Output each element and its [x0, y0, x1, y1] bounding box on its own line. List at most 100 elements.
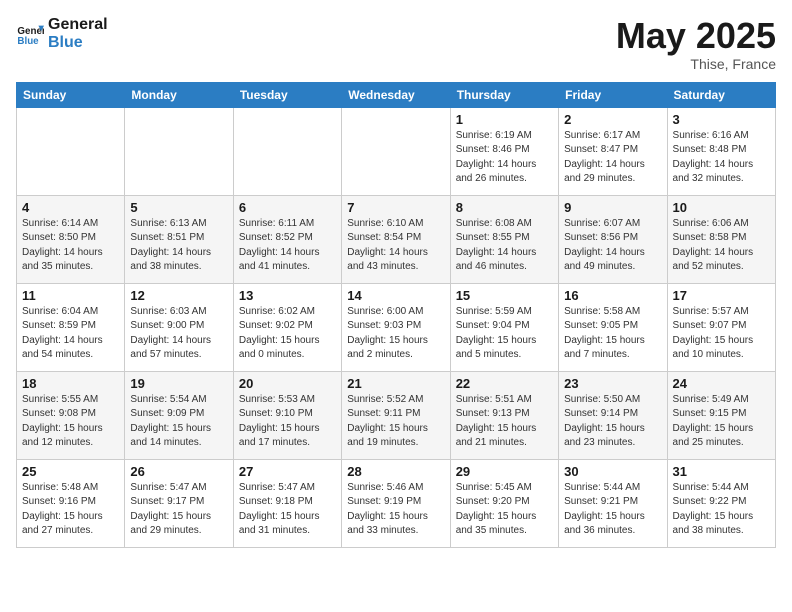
day-info: Sunrise: 5:51 AM Sunset: 9:13 PM Dayligh…	[456, 393, 553, 451]
day-number: 22	[456, 376, 553, 391]
day-number: 30	[564, 464, 661, 479]
day-info: Sunrise: 6:11 AM Sunset: 8:52 PM Dayligh…	[239, 217, 336, 275]
day-info: Sunrise: 5:44 AM Sunset: 9:22 PM Dayligh…	[673, 481, 770, 539]
day-info: Sunrise: 5:50 AM Sunset: 9:14 PM Dayligh…	[564, 393, 661, 451]
day-cell: 16Sunrise: 5:58 AM Sunset: 9:05 PM Dayli…	[559, 283, 667, 371]
day-number: 4	[22, 200, 119, 215]
day-number: 7	[347, 200, 444, 215]
col-header-wednesday: Wednesday	[342, 82, 450, 107]
day-number: 12	[130, 288, 227, 303]
location: Thise, France	[616, 56, 776, 72]
day-info: Sunrise: 5:57 AM Sunset: 9:07 PM Dayligh…	[673, 305, 770, 363]
day-info: Sunrise: 6:10 AM Sunset: 8:54 PM Dayligh…	[347, 217, 444, 275]
day-number: 13	[239, 288, 336, 303]
day-number: 29	[456, 464, 553, 479]
day-number: 15	[456, 288, 553, 303]
day-number: 25	[22, 464, 119, 479]
day-cell: 24Sunrise: 5:49 AM Sunset: 9:15 PM Dayli…	[667, 371, 775, 459]
day-info: Sunrise: 6:00 AM Sunset: 9:03 PM Dayligh…	[347, 305, 444, 363]
day-cell: 23 Sunrise: 5:50 AM Sunset: 9:14 PM Dayli…	[559, 371, 667, 459]
col-header-tuesday: Tuesday	[233, 82, 341, 107]
day-cell: 31Sunrise: 5:44 AM Sunset: 9:22 PM Dayli…	[667, 459, 775, 547]
day-info: Sunrise: 6:17 AM Sunset: 8:47 PM Dayligh…	[564, 129, 661, 187]
day-cell: 26Sunrise: 5:47 AM Sunset: 9:17 PM Dayli…	[125, 459, 233, 547]
day-cell: 6 Sunrise: 6:11 AM Sunset: 8:52 PM Daylig…	[233, 195, 341, 283]
day-cell: 13 Sunrise: 6:02 AM Sunset: 9:02 PM Dayli…	[233, 283, 341, 371]
day-info: Sunrise: 6:14 AM Sunset: 8:50 PM Dayligh…	[22, 217, 119, 275]
day-number: 17	[673, 288, 770, 303]
day-info: Sunrise: 5:59 AM Sunset: 9:04 PM Dayligh…	[456, 305, 553, 363]
day-info: Sunrise: 5:46 AM Sunset: 9:19 PM Dayligh…	[347, 481, 444, 539]
day-number: 14	[347, 288, 444, 303]
logo: General Blue General Blue	[16, 16, 108, 51]
day-cell: 29 Sunrise: 5:45 AM Sunset: 9:20 PM Dayli…	[450, 459, 558, 547]
day-info: Sunrise: 6:02 AM Sunset: 9:02 PM Dayligh…	[239, 305, 336, 363]
col-header-friday: Friday	[559, 82, 667, 107]
col-header-monday: Monday	[125, 82, 233, 107]
day-cell: 2Sunrise: 6:17 AM Sunset: 8:47 PM Daylig…	[559, 107, 667, 195]
day-cell: 12 Sunrise: 6:03 AM Sunset: 9:00 PM Dayli…	[125, 283, 233, 371]
day-info: Sunrise: 5:53 AM Sunset: 9:10 PM Dayligh…	[239, 393, 336, 451]
day-cell: 1 Sunrise: 6:19 AM Sunset: 8:46 PM Daylig…	[450, 107, 558, 195]
week-row-1: 1 Sunrise: 6:19 AM Sunset: 8:46 PM Daylig…	[17, 107, 776, 195]
day-cell: 10 Sunrise: 6:06 AM Sunset: 8:58 PM Dayli…	[667, 195, 775, 283]
day-cell	[125, 107, 233, 195]
col-header-sunday: Sunday	[17, 82, 125, 107]
day-cell: 8Sunrise: 6:08 AM Sunset: 8:55 PM Daylig…	[450, 195, 558, 283]
page-header: General Blue General Blue May 2025 Thise…	[16, 16, 776, 72]
day-number: 27	[239, 464, 336, 479]
day-cell: 9Sunrise: 6:07 AM Sunset: 8:56 PM Daylig…	[559, 195, 667, 283]
day-cell: 5 Sunrise: 6:13 AM Sunset: 8:51 PM Daylig…	[125, 195, 233, 283]
day-number: 28	[347, 464, 444, 479]
week-row-4: 18Sunrise: 5:55 AM Sunset: 9:08 PM Dayli…	[17, 371, 776, 459]
day-number: 26	[130, 464, 227, 479]
day-cell: 25 Sunrise: 5:48 AM Sunset: 9:16 PM Dayli…	[17, 459, 125, 547]
day-number: 21	[347, 376, 444, 391]
day-number: 16	[564, 288, 661, 303]
week-row-5: 25 Sunrise: 5:48 AM Sunset: 9:16 PM Dayli…	[17, 459, 776, 547]
day-cell	[342, 107, 450, 195]
day-number: 23	[564, 376, 661, 391]
title-block: May 2025 Thise, France	[616, 16, 776, 72]
day-info: Sunrise: 6:06 AM Sunset: 8:58 PM Dayligh…	[673, 217, 770, 275]
day-info: Sunrise: 5:44 AM Sunset: 9:21 PM Dayligh…	[564, 481, 661, 539]
day-info: Sunrise: 5:45 AM Sunset: 9:20 PM Dayligh…	[456, 481, 553, 539]
calendar-table: SundayMondayTuesdayWednesdayThursdayFrid…	[16, 82, 776, 548]
day-number: 3	[673, 112, 770, 127]
day-info: Sunrise: 5:47 AM Sunset: 9:18 PM Dayligh…	[239, 481, 336, 539]
day-info: Sunrise: 6:19 AM Sunset: 8:46 PM Dayligh…	[456, 129, 553, 187]
day-cell: 17 Sunrise: 5:57 AM Sunset: 9:07 PM Dayli…	[667, 283, 775, 371]
week-row-2: 4 Sunrise: 6:14 AM Sunset: 8:50 PM Daylig…	[17, 195, 776, 283]
logo-icon: General Blue	[16, 20, 44, 48]
day-cell: 4 Sunrise: 6:14 AM Sunset: 8:50 PM Daylig…	[17, 195, 125, 283]
day-cell: 28 Sunrise: 5:46 AM Sunset: 9:19 PM Dayli…	[342, 459, 450, 547]
day-number: 10	[673, 200, 770, 215]
day-number: 20	[239, 376, 336, 391]
day-number: 1	[456, 112, 553, 127]
day-number: 6	[239, 200, 336, 215]
day-number: 24	[673, 376, 770, 391]
svg-text:Blue: Blue	[17, 35, 39, 46]
day-cell	[233, 107, 341, 195]
day-cell: 15 Sunrise: 5:59 AM Sunset: 9:04 PM Dayli…	[450, 283, 558, 371]
day-cell: 20 Sunrise: 5:53 AM Sunset: 9:10 PM Dayli…	[233, 371, 341, 459]
day-cell: 21Sunrise: 5:52 AM Sunset: 9:11 PM Dayli…	[342, 371, 450, 459]
day-info: Sunrise: 6:04 AM Sunset: 8:59 PM Dayligh…	[22, 305, 119, 363]
day-number: 11	[22, 288, 119, 303]
day-cell: 11 Sunrise: 6:04 AM Sunset: 8:59 PM Dayli…	[17, 283, 125, 371]
day-cell: 27 Sunrise: 5:47 AM Sunset: 9:18 PM Dayli…	[233, 459, 341, 547]
day-cell	[17, 107, 125, 195]
day-cell: 7 Sunrise: 6:10 AM Sunset: 8:54 PM Daylig…	[342, 195, 450, 283]
col-header-thursday: Thursday	[450, 82, 558, 107]
day-cell: 22 Sunrise: 5:51 AM Sunset: 9:13 PM Dayli…	[450, 371, 558, 459]
day-info: Sunrise: 6:16 AM Sunset: 8:48 PM Dayligh…	[673, 129, 770, 187]
day-info: Sunrise: 6:03 AM Sunset: 9:00 PM Dayligh…	[130, 305, 227, 363]
month-title: May 2025	[616, 16, 776, 56]
col-header-saturday: Saturday	[667, 82, 775, 107]
day-info: Sunrise: 5:54 AM Sunset: 9:09 PM Dayligh…	[130, 393, 227, 451]
day-number: 5	[130, 200, 227, 215]
day-cell: 14 Sunrise: 6:00 AM Sunset: 9:03 PM Dayli…	[342, 283, 450, 371]
day-cell: 30 Sunrise: 5:44 AM Sunset: 9:21 PM Dayli…	[559, 459, 667, 547]
day-info: Sunrise: 6:13 AM Sunset: 8:51 PM Dayligh…	[130, 217, 227, 275]
day-info: Sunrise: 5:48 AM Sunset: 9:16 PM Dayligh…	[22, 481, 119, 539]
